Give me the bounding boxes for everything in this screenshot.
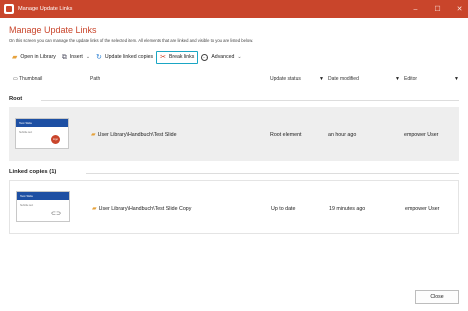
- path-cell[interactable]: ▰ User Library\Handbuch\Test Slide Copy: [92, 205, 191, 212]
- filter-icon[interactable]: ▼: [454, 76, 459, 82]
- more-icon: ···: [201, 53, 209, 61]
- update-linked-copies-label: Update linked copies: [104, 54, 154, 60]
- path-column-header[interactable]: Path: [90, 76, 100, 82]
- close-icon[interactable]: ✕: [455, 5, 464, 13]
- status-cell: Root element: [270, 132, 302, 138]
- table-row[interactable]: Test Slide Subtitle text logo ▰ User Libr…: [9, 107, 459, 161]
- filter-icon[interactable]: ▼: [395, 76, 400, 82]
- folder-icon: ▰: [91, 132, 96, 138]
- open-in-library-label: Open in Library: [20, 54, 56, 60]
- editor-cell: empower User: [404, 132, 439, 138]
- page-description: On this screen you can manage the update…: [9, 38, 254, 43]
- break-links-button[interactable]: ✂ Break links: [156, 50, 199, 64]
- window-title: Manage Update Links: [18, 6, 73, 12]
- refresh-icon: ↻: [96, 53, 102, 61]
- folder-icon: ▰: [12, 53, 18, 61]
- root-section-label: Root: [9, 96, 23, 102]
- filter-icon[interactable]: ▼: [319, 76, 324, 82]
- linked-copies-section-label: Linked copies (1): [9, 169, 57, 175]
- table-row[interactable]: Test Slide Subtitle text ⊂⊃ ▰ User Librar…: [9, 180, 459, 234]
- open-in-library-button[interactable]: ▰ Open in Library: [9, 50, 59, 64]
- slide-thumbnail: Test Slide Subtitle text logo: [15, 118, 69, 149]
- advanced-label: Advanced: [211, 54, 235, 60]
- chevron-down-icon: ⌄: [237, 54, 242, 60]
- window-controls: – ☐ ✕: [411, 0, 464, 18]
- page-title: Manage Update Links: [9, 25, 97, 35]
- chevron-down-icon: ⌄: [85, 54, 91, 60]
- title-bar: Manage Update Links – ☐ ✕: [0, 0, 468, 18]
- date-cell: an hour ago: [328, 132, 357, 138]
- date-cell: 19 minutes ago: [329, 206, 366, 212]
- logo-badge-icon: logo: [51, 135, 60, 144]
- link-icon: ⊂⊃: [50, 211, 61, 217]
- break-link-icon: ✂: [160, 53, 166, 61]
- editor-cell: empower User: [405, 206, 440, 212]
- image-icon: ▭: [13, 76, 18, 82]
- insert-icon: ⧉: [61, 53, 67, 61]
- advanced-button[interactable]: ··· Advanced ⌄: [198, 50, 244, 64]
- table-header: ▭ Thumbnail Path Update status ▼ Date mo…: [9, 76, 459, 86]
- folder-icon: ▰: [92, 206, 97, 212]
- date-modified-column-header[interactable]: Date modified: [328, 76, 359, 82]
- insert-button[interactable]: ⧉ Insert ⌄: [59, 50, 93, 64]
- update-status-column-header[interactable]: Update status: [270, 76, 301, 82]
- app-logo-icon: [4, 4, 14, 14]
- status-cell: Up to date: [271, 206, 296, 212]
- toolbar: ▰ Open in Library ⧉ Insert ⌄ ↻ Update li…: [9, 50, 245, 64]
- update-linked-copies-button[interactable]: ↻ Update linked copies: [93, 50, 156, 64]
- thumbnail-column-header[interactable]: ▭ Thumbnail: [13, 76, 42, 82]
- maximize-icon[interactable]: ☐: [433, 5, 442, 13]
- insert-label: Insert: [69, 54, 83, 60]
- divider: [86, 173, 459, 174]
- slide-thumbnail: Test Slide Subtitle text ⊂⊃: [16, 191, 70, 222]
- editor-column-header[interactable]: Editor: [404, 76, 417, 82]
- path-cell[interactable]: ▰ User Library\Handbuch\Test Slide: [91, 131, 177, 138]
- break-links-label: Break links: [168, 54, 195, 60]
- divider: [41, 100, 459, 101]
- close-button[interactable]: Close: [415, 290, 459, 304]
- minimize-icon[interactable]: –: [411, 6, 420, 13]
